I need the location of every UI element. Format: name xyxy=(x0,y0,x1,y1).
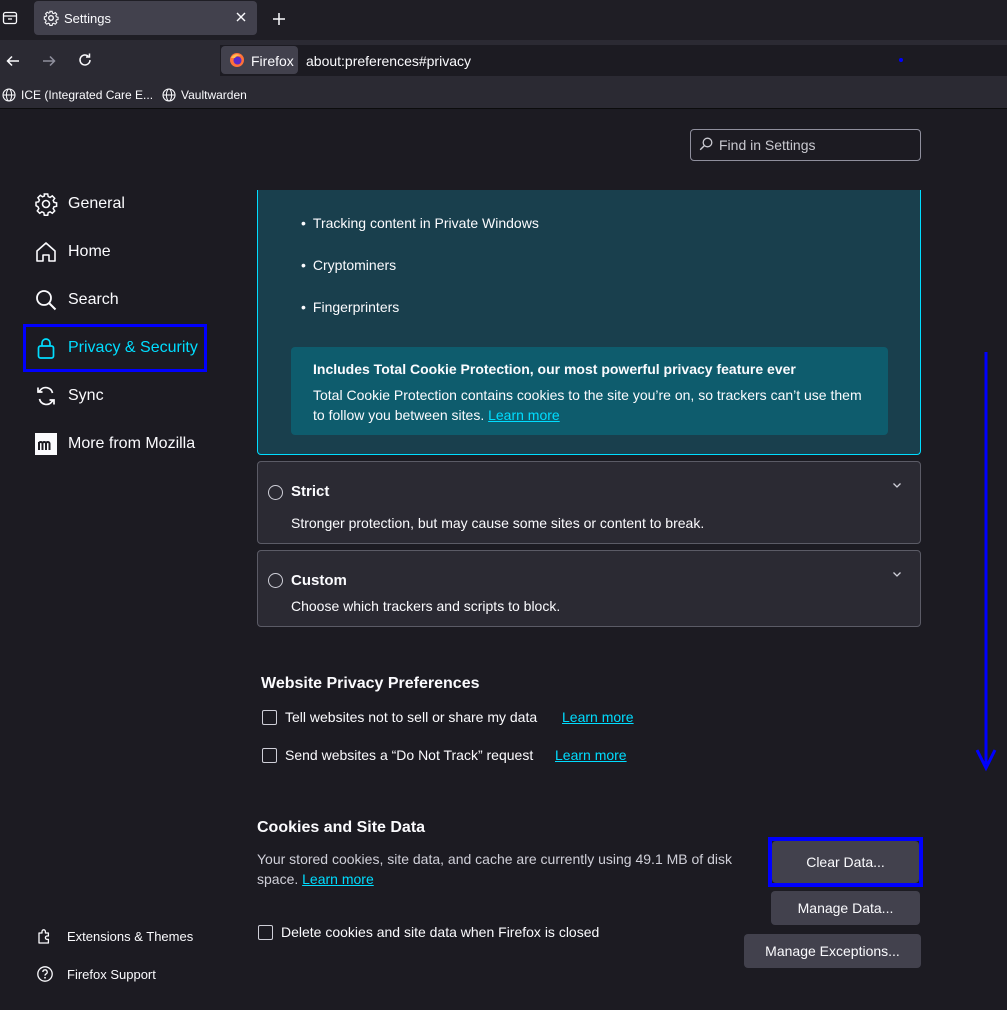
search-icon xyxy=(34,288,58,312)
gear-icon xyxy=(43,10,59,26)
identity-box[interactable]: Firefox xyxy=(221,46,298,74)
url-text[interactable]: about:preferences#privacy xyxy=(306,53,471,69)
chevron-down-icon[interactable] xyxy=(891,479,903,491)
search-placeholder: Find in Settings xyxy=(719,137,816,153)
custom-description: Choose which trackers and scripts to blo… xyxy=(291,598,561,614)
custom-title: Custom xyxy=(291,572,347,589)
custom-option[interactable]: Custom Choose which trackers and scripts… xyxy=(257,550,921,627)
manage-exceptions-button[interactable]: Manage Exceptions... xyxy=(744,934,921,968)
sidebar-footer-extensions[interactable]: Extensions & Themes xyxy=(36,925,193,947)
sidebar-item-label: General xyxy=(68,195,125,212)
firefox-logo-icon xyxy=(229,52,245,68)
sidebar-item-label: More from Mozilla xyxy=(68,435,196,452)
tracker-list-item: Fingerprinters xyxy=(301,299,399,315)
sidebar-item-home[interactable]: Home xyxy=(24,230,208,274)
bookmark-label: ICE (Integrated Care E... xyxy=(21,88,154,102)
total-cookie-protection-callout: Includes Total Cookie Protection, our mo… xyxy=(291,347,888,435)
globe-icon xyxy=(162,88,176,102)
learn-more-link[interactable]: Learn more xyxy=(488,407,560,423)
forward-icon[interactable] xyxy=(41,53,57,69)
tab-title: Settings xyxy=(64,11,111,26)
gear-icon xyxy=(34,192,58,216)
website-privacy-heading: Website Privacy Preferences xyxy=(261,675,480,692)
cookies-description: Your stored cookies, site data, and cach… xyxy=(257,849,737,889)
new-tab-icon[interactable] xyxy=(271,11,287,27)
bookmark-label: Vaultwarden xyxy=(181,88,247,102)
sidebar-item-label: Home xyxy=(68,243,111,260)
delete-on-close-checkbox[interactable] xyxy=(258,925,273,940)
selection-highlight xyxy=(23,324,207,372)
scroll-down-arrow-annotation xyxy=(975,350,997,772)
mozilla-icon xyxy=(34,432,58,456)
bookmark-item[interactable]: ICE (Integrated Care E... xyxy=(2,88,153,102)
bookmark-item[interactable]: Vaultwarden xyxy=(162,88,247,102)
clear-data-highlight xyxy=(768,837,923,887)
tcp-title: Includes Total Cookie Protection, our mo… xyxy=(313,361,796,377)
tab-settings[interactable]: Settings xyxy=(34,1,257,35)
home-icon xyxy=(34,240,58,264)
learn-more-link[interactable]: Learn more xyxy=(302,871,374,887)
do-not-sell-checkbox[interactable] xyxy=(262,710,277,725)
sidebar-item-general[interactable]: General xyxy=(24,182,208,226)
manage-data-button[interactable]: Manage Data... xyxy=(771,891,920,925)
tcp-description: Total Cookie Protection contains cookies… xyxy=(313,385,873,425)
firefox-view-icon[interactable] xyxy=(2,10,18,26)
help-icon xyxy=(36,965,54,983)
footer-label: Extensions & Themes xyxy=(67,928,194,944)
sidebar-item-sync[interactable]: Sync xyxy=(24,374,208,418)
globe-icon xyxy=(2,88,16,102)
strict-option[interactable]: Strict Stronger protection, but may caus… xyxy=(257,461,921,544)
sidebar-item-search[interactable]: Search xyxy=(24,278,208,322)
tracker-list-item: Cryptominers xyxy=(301,257,396,273)
search-input[interactable]: Find in Settings xyxy=(690,129,921,161)
do-not-sell-label[interactable]: Tell websites not to sell or share my da… xyxy=(285,709,537,725)
delete-on-close-label[interactable]: Delete cookies and site data when Firefo… xyxy=(281,924,599,940)
learn-more-link[interactable]: Learn more xyxy=(562,709,634,725)
chevron-down-icon[interactable] xyxy=(891,568,903,580)
reload-icon[interactable] xyxy=(77,52,93,68)
sidebar-item-more-from-mozilla[interactable]: More from Mozilla xyxy=(24,422,208,466)
back-icon[interactable] xyxy=(5,53,21,69)
do-not-track-checkbox[interactable] xyxy=(262,748,277,763)
strict-description: Stronger protection, but may cause some … xyxy=(291,515,705,531)
close-tab-icon[interactable] xyxy=(234,10,248,24)
identity-label: Firefox xyxy=(251,53,294,69)
search-icon xyxy=(699,137,713,151)
cookies-heading: Cookies and Site Data xyxy=(257,819,426,836)
annotation-dot xyxy=(899,58,903,62)
sidebar-item-label: Sync xyxy=(68,387,104,404)
puzzle-icon xyxy=(36,927,54,945)
sync-icon xyxy=(34,384,58,408)
custom-radio[interactable] xyxy=(268,573,283,588)
sidebar-footer-support[interactable]: Firefox Support xyxy=(36,963,156,985)
sidebar-item-label: Search xyxy=(68,291,119,308)
learn-more-link[interactable]: Learn more xyxy=(555,747,627,763)
footer-label: Firefox Support xyxy=(67,966,156,982)
tracker-list-item: Tracking content in Private Windows xyxy=(301,215,539,231)
strict-radio[interactable] xyxy=(268,485,283,500)
strict-title: Strict xyxy=(291,483,330,500)
do-not-track-label[interactable]: Send websites a “Do Not Track” request xyxy=(285,747,533,763)
tcp-body-text: Total Cookie Protection contains cookies… xyxy=(313,387,862,423)
